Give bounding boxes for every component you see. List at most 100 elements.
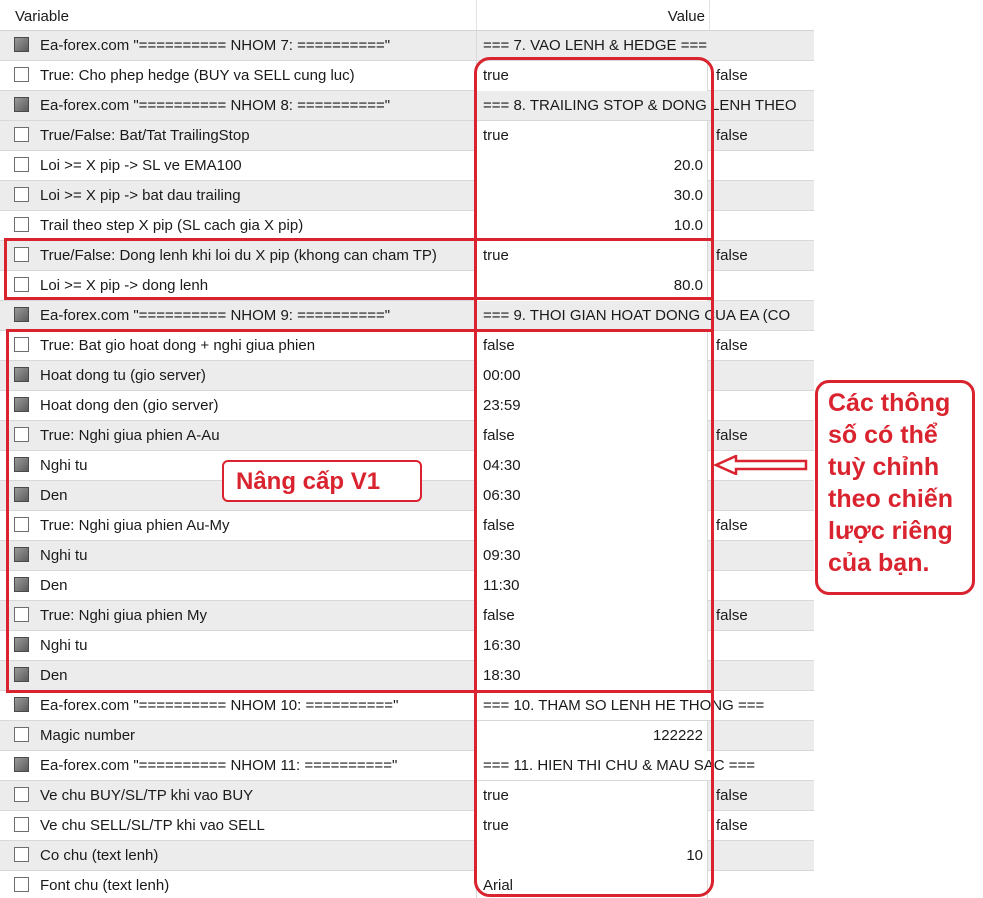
row-checkbox[interactable] (14, 367, 29, 382)
group-header-row[interactable]: Ea-forex.com "========== NHOM 10: ======… (0, 691, 814, 721)
row-checkbox[interactable] (14, 247, 29, 262)
parameter-row[interactable]: Nghi tu 09:30 (0, 541, 814, 571)
group-header-row[interactable]: Ea-forex.com "========== NHOM 8: =======… (0, 91, 814, 121)
parameter-value-cell[interactable]: === 10. THAM SO LENH HE THONG === (476, 691, 764, 721)
parameter-row[interactable]: True: Nghi giua phien My false false (0, 601, 814, 631)
row-checkbox[interactable] (14, 727, 29, 742)
parameter-value-cell[interactable]: 11:30 (476, 571, 708, 601)
parameter-row[interactable]: Ve chu SELL/SL/TP khi vao SELL true false (0, 811, 814, 841)
note-line-1: Các thông (828, 389, 951, 417)
parameter-value-cell[interactable]: === 11. HIEN THI CHU & MAU SAC === (476, 751, 755, 781)
parameter-row[interactable]: True: Nghi giua phien Au-My false false (0, 511, 814, 541)
row-checkbox[interactable] (14, 817, 29, 832)
row-checkbox[interactable] (14, 37, 29, 52)
row-checkbox[interactable] (14, 217, 29, 232)
left-arrow-icon (714, 455, 808, 475)
parameter-row[interactable]: True/False: Bat/Tat TrailingStop true fals… (0, 121, 814, 151)
row-checkbox[interactable] (14, 697, 29, 712)
parameter-row[interactable]: Trail theo step X pip (SL cach gia X pip… (0, 211, 814, 241)
parameter-row[interactable]: True: Bat gio hoat dong + nghi giua phie… (0, 331, 814, 361)
row-checkbox[interactable] (14, 337, 29, 352)
parameter-value-cell[interactable]: true (476, 241, 708, 271)
parameter-value-cell[interactable]: true (476, 781, 708, 811)
parameter-value-cell[interactable]: false (476, 511, 708, 541)
parameter-value-cell[interactable]: 10 (476, 841, 708, 871)
row-checkbox[interactable] (14, 427, 29, 442)
parameter-value-cell[interactable]: 23:59 (476, 391, 708, 421)
group-header-row[interactable]: Ea-forex.com "========== NHOM 11: ======… (0, 751, 814, 781)
parameter-row[interactable]: Den 11:30 (0, 571, 814, 601)
parameter-value-cell[interactable]: 09:30 (476, 541, 708, 571)
column-header-variable[interactable]: Variable (15, 8, 69, 25)
parameter-value: 11:30 (483, 577, 520, 594)
parameter-value-cell[interactable]: Arial (476, 871, 708, 898)
parameter-name: Loi >= X pip -> SL ve EMA100 (40, 157, 242, 174)
row-checkbox[interactable] (14, 487, 29, 502)
row-checkbox[interactable] (14, 877, 29, 892)
row-checkbox[interactable] (14, 157, 29, 172)
parameter-value-cell[interactable]: true (476, 121, 708, 151)
upgrade-v1-label: Nâng cấp V1 (236, 468, 381, 495)
row-checkbox[interactable] (14, 787, 29, 802)
parameter-row[interactable]: Nghi tu 16:30 (0, 631, 814, 661)
parameter-row[interactable]: Hoat dong den (gio server) 23:59 (0, 391, 814, 421)
row-checkbox[interactable] (14, 847, 29, 862)
parameter-row[interactable]: Font chu (text lenh) Arial (0, 871, 814, 898)
group-header-row[interactable]: Ea-forex.com "========== NHOM 7: =======… (0, 31, 814, 61)
parameter-value: 00:00 (483, 367, 521, 384)
parameter-value-cell[interactable]: 00:00 (476, 361, 708, 391)
parameter-row[interactable]: True/False: Dong lenh khi loi du X pip (… (0, 241, 814, 271)
parameter-value-cell[interactable]: 122222 (476, 721, 708, 751)
parameter-row[interactable]: Hoat dong tu (gio server) 00:00 (0, 361, 814, 391)
parameter-row[interactable]: Loi >= X pip -> bat dau trailing 30.0 (0, 181, 814, 211)
row-checkbox[interactable] (14, 517, 29, 532)
row-checkbox[interactable] (14, 397, 29, 412)
row-checkbox[interactable] (14, 757, 29, 772)
row-checkbox[interactable] (14, 637, 29, 652)
row-checkbox[interactable] (14, 277, 29, 292)
parameter-row[interactable]: Magic number 122222 (0, 721, 814, 751)
parameter-value-cell[interactable]: 20.0 (476, 151, 708, 181)
parameter-value-cell[interactable]: 80.0 (476, 271, 708, 301)
row-checkbox[interactable] (14, 307, 29, 322)
parameter-value-cell[interactable]: 10.0 (476, 211, 708, 241)
parameter-row[interactable]: Loi >= X pip -> SL ve EMA100 20.0 (0, 151, 814, 181)
parameter-value-cell[interactable]: 18:30 (476, 661, 708, 691)
parameter-value-cell[interactable]: 16:30 (476, 631, 708, 661)
parameter-row[interactable]: Ve chu BUY/SL/TP khi vao BUY true false (0, 781, 814, 811)
parameter-value-cell[interactable]: true (476, 61, 708, 91)
parameter-value: 23:59 (483, 397, 521, 414)
parameter-value-cell[interactable]: === 8. TRAILING STOP & DONG LENH THEO (476, 91, 797, 121)
parameter-row[interactable]: True: Nghi giua phien A-Au false false (0, 421, 814, 451)
parameter-row[interactable]: Loi >= X pip -> dong lenh 80.0 (0, 271, 814, 301)
parameter-value: false (483, 607, 515, 624)
parameter-value-cell[interactable]: false (476, 331, 708, 361)
parameter-row[interactable]: True: Cho phep hedge (BUY va SELL cung l… (0, 61, 814, 91)
parameter-row[interactable]: Co chu (text lenh) 10 (0, 841, 814, 871)
parameter-value-cell[interactable]: true (476, 811, 708, 841)
row-checkbox[interactable] (14, 127, 29, 142)
parameter-name: True: Nghi giua phien Au-My (40, 517, 230, 534)
row-checkbox[interactable] (14, 607, 29, 622)
parameter-value-cell[interactable]: === 7. VAO LENH & HEDGE === (476, 31, 708, 61)
row-checkbox[interactable] (14, 457, 29, 472)
row-checkbox[interactable] (14, 187, 29, 202)
parameter-row[interactable]: Den 18:30 (0, 661, 814, 691)
row-checkbox[interactable] (14, 97, 29, 112)
parameter-value: 04:30 (483, 457, 521, 474)
row-checkbox[interactable] (14, 67, 29, 82)
parameter-name: Nghi tu (40, 637, 88, 654)
parameter-value-cell[interactable]: 06:30 (476, 481, 708, 511)
parameter-value-cell[interactable]: 30.0 (476, 181, 708, 211)
row-checkbox[interactable] (14, 577, 29, 592)
parameter-name: True/False: Bat/Tat TrailingStop (40, 127, 250, 144)
parameter-value-cell[interactable]: false (476, 601, 708, 631)
parameter-value-cell[interactable]: 04:30 (476, 451, 708, 481)
column-header-value-cell[interactable]: Value (476, 0, 710, 30)
row-checkbox[interactable] (14, 667, 29, 682)
row-checkbox[interactable] (14, 547, 29, 562)
parameter-value-cell[interactable]: false (476, 421, 708, 451)
parameter-value: === 9. THOI GIAN HOAT DONG CUA EA (CO (483, 307, 791, 324)
group-header-row[interactable]: Ea-forex.com "========== NHOM 9: =======… (0, 301, 814, 331)
parameter-value-cell[interactable]: === 9. THOI GIAN HOAT DONG CUA EA (CO (476, 301, 790, 331)
